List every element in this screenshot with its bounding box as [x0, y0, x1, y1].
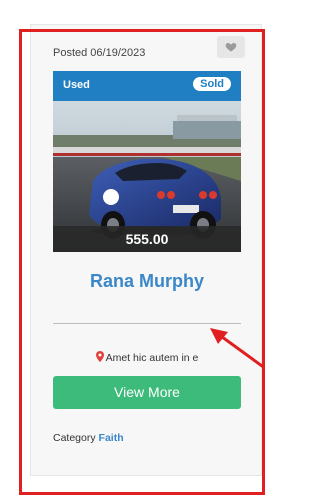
heart-icon — [225, 43, 237, 52]
view-more-button[interactable]: View More — [53, 376, 241, 409]
category-label: Category — [53, 432, 96, 444]
favorite-button[interactable] — [217, 36, 245, 58]
map-pin-icon — [95, 351, 104, 362]
page: Posted 06/19/2023 Used Sold 555.00 Rana … — [0, 0, 295, 501]
listing-title[interactable]: Rana Murphy — [31, 271, 263, 292]
listing-image[interactable]: Used Sold 555.00 — [53, 71, 241, 252]
category-link[interactable]: Faith — [99, 432, 124, 444]
condition-label: Used — [63, 79, 90, 91]
arrow-icon — [210, 328, 264, 368]
category-row: Category Faith — [53, 432, 124, 444]
price-label: 555.00 — [53, 226, 241, 252]
location-text: Amet hic autem in e — [105, 352, 199, 364]
posted-date: Posted 06/19/2023 — [53, 47, 146, 59]
sold-badge: Sold — [193, 77, 231, 91]
listing-card: Posted 06/19/2023 Used Sold 555.00 Rana … — [30, 24, 262, 476]
